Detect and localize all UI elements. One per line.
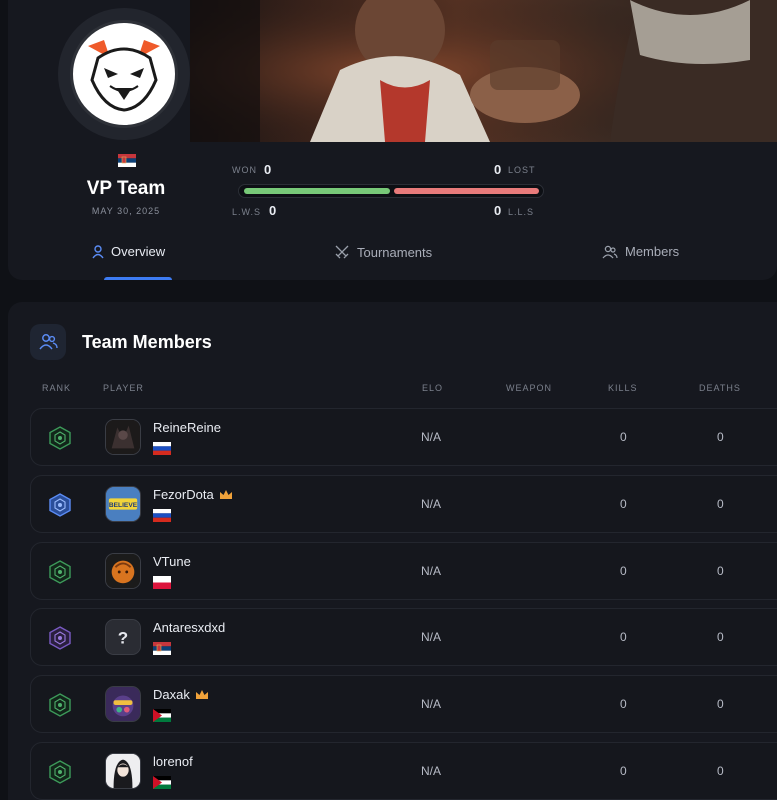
table-row[interactable]: lorenof N/A 0 0 <box>30 742 777 800</box>
users-icon <box>602 245 618 258</box>
win-loss-bar <box>238 184 544 198</box>
team-header-card: VP Team MAY 30, 2025 WON 0 0 LOST L.W.S … <box>8 0 777 280</box>
lws-label: L.W.S <box>232 207 262 217</box>
avatar[interactable] <box>105 753 141 789</box>
svg-text:BELIEVE: BELIEVE <box>109 502 138 509</box>
avatar[interactable] <box>105 686 141 722</box>
player-elo: N/A <box>421 697 442 711</box>
player-name: lorenof <box>153 754 193 769</box>
won-value: 0 <box>264 162 272 177</box>
team-members-title: Team Members <box>82 332 212 352</box>
player-elo: N/A <box>421 630 442 644</box>
player-name: ReineReine <box>153 420 221 435</box>
won-label: WON <box>232 165 257 175</box>
crown-icon <box>195 690 208 699</box>
svg-text:?: ? <box>118 629 128 648</box>
active-tab-indicator <box>104 277 172 280</box>
table-row[interactable]: BELIEVE FezorDota N/A 0 0 <box>30 475 777 533</box>
tab-overview[interactable]: Overview <box>92 244 165 259</box>
player-kills: 0 <box>620 697 627 711</box>
player-deaths: 0 <box>717 430 724 444</box>
lost-label: LOST <box>508 165 536 175</box>
tab-tournaments-label: Tournaments <box>357 244 433 260</box>
player-kills: 0 <box>620 564 627 578</box>
player-kills: 0 <box>620 430 627 444</box>
crown-icon <box>219 490 232 499</box>
player-deaths: 0 <box>717 630 724 644</box>
player-name: Antaresxdxd <box>153 620 226 635</box>
avatar[interactable] <box>105 553 141 589</box>
loss-bar-fill <box>394 188 539 194</box>
player-deaths: 0 <box>717 497 724 511</box>
avatar[interactable] <box>105 419 141 455</box>
player-name: FezorDota <box>153 487 214 502</box>
jordan-flag-icon <box>153 776 171 789</box>
player-name-link[interactable]: Antaresxdxd <box>153 620 225 635</box>
lws-value: 0 <box>269 203 277 218</box>
crossed-swords-icon <box>335 245 349 259</box>
lls-label: L.L.S <box>508 207 535 217</box>
team-banner-image <box>190 0 777 142</box>
lost-value: 0 <box>494 162 502 177</box>
rank-badge-green-icon <box>49 693 71 717</box>
column-header-kills: KILLS <box>608 383 638 393</box>
avatar[interactable]: BELIEVE <box>105 486 141 522</box>
player-elo: N/A <box>421 497 442 511</box>
player-name-link[interactable]: lorenof <box>153 754 193 769</box>
team-created-date: MAY 30, 2025 <box>91 206 161 216</box>
player-deaths: 0 <box>717 564 724 578</box>
question-mark-icon: ? <box>106 620 140 654</box>
column-header-elo: ELO <box>422 383 444 393</box>
rank-badge-green-icon <box>49 560 71 584</box>
jordan-flag-icon <box>153 709 171 722</box>
table-row[interactable]: ? Antaresxdxd N/A 0 0 <box>30 608 777 666</box>
player-name-link[interactable]: FezorDota <box>153 487 233 502</box>
rank-badge-green-icon <box>49 426 71 450</box>
player-elo: N/A <box>421 764 442 778</box>
table-row[interactable]: Daxak N/A 0 0 <box>30 675 777 733</box>
russia-flag-icon <box>153 509 171 522</box>
table-row[interactable]: VTune N/A 0 0 <box>30 542 777 600</box>
serbia-flag-icon <box>153 642 171 655</box>
player-deaths: 0 <box>717 697 724 711</box>
bear-logo-icon <box>88 40 160 112</box>
column-header-rank: RANK <box>42 383 72 393</box>
player-name: Daxak <box>153 687 190 702</box>
player-name-link[interactable]: ReineReine <box>153 420 221 435</box>
player-kills: 0 <box>620 764 627 778</box>
table-row[interactable]: ReineReine N/A 0 0 <box>30 408 777 466</box>
team-name: VP Team <box>86 178 166 199</box>
tab-members-label: Members <box>625 244 680 259</box>
player-kills: 0 <box>620 497 627 511</box>
team-logo <box>70 20 178 128</box>
player-deaths: 0 <box>717 764 724 778</box>
team-members-card: Team Members RANK PLAYER ELO WEAPON KILL… <box>8 302 777 800</box>
rank-badge-blue-icon <box>49 493 71 517</box>
team-logo-frame <box>58 8 190 140</box>
column-header-deaths: DEATHS <box>699 383 741 393</box>
rank-badge-green-icon <box>49 760 71 784</box>
avatar[interactable]: ? <box>105 619 141 655</box>
player-name-link[interactable]: VTune <box>153 554 191 569</box>
rank-badge-purple-icon <box>49 626 71 650</box>
serbia-flag-icon <box>118 154 136 167</box>
player-name: VTune <box>153 554 191 569</box>
tab-members[interactable]: Members <box>602 244 679 259</box>
team-members-icon <box>30 324 66 360</box>
tab-tournaments[interactable]: Tournaments <box>334 244 432 260</box>
poland-flag-icon <box>153 576 171 589</box>
player-name-link[interactable]: Daxak <box>153 687 209 702</box>
player-elo: N/A <box>421 564 442 578</box>
russia-flag-icon <box>153 442 171 455</box>
column-header-weapon: WEAPON <box>506 383 553 393</box>
lls-value: 0 <box>494 203 502 218</box>
tab-overview-label: Overview <box>111 244 166 259</box>
player-elo: N/A <box>421 430 442 444</box>
win-bar-fill <box>244 188 390 194</box>
column-header-player: PLAYER <box>103 383 144 393</box>
user-icon <box>92 244 104 258</box>
player-kills: 0 <box>620 630 627 644</box>
